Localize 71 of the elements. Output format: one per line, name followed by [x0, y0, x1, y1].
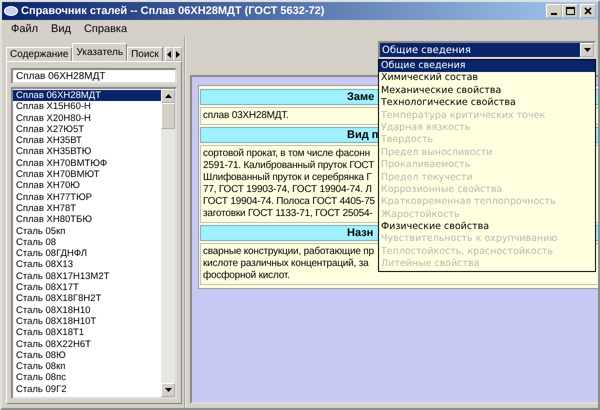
list-item[interactable]: Сплав ХН70Ю — [13, 180, 161, 192]
tab[interactable]: Указатель — [72, 43, 128, 61]
section-text: заготовки ГОСТ 1133-71, ГОСТ 25054- — [203, 208, 372, 220]
tab-scroll-right-button[interactable] — [173, 47, 182, 61]
right-arrow-icon — [176, 50, 180, 58]
list-item[interactable]: Сталь 08Ю — [13, 350, 161, 362]
section-heading: Заме — [347, 91, 374, 103]
list-item[interactable]: Сплав Х27Ю5Т — [13, 124, 161, 136]
menu-item[interactable]: Вид — [51, 22, 71, 34]
list-item[interactable]: Сплав ХН70ВМЮТ — [13, 169, 161, 180]
list-item[interactable]: Сплав ХН35ВТЮ — [13, 146, 161, 158]
list-item[interactable]: Сплав ХН78Т — [13, 202, 161, 214]
list-item[interactable]: Сталь 08кп — [13, 361, 161, 372]
list-item[interactable]: Сплав ХН70ВМТЮФ — [13, 158, 161, 170]
caret-icon — [584, 48, 590, 52]
list-item[interactable]: Сплав Х20Н80-Н — [13, 112, 161, 124]
close-button[interactable] — [580, 4, 596, 18]
list-item[interactable]: Сталь 08Х17Н13М2Т — [13, 270, 161, 282]
list-item[interactable]: Сталь 08Х13 — [13, 259, 161, 271]
dropdown-value: Общие сведения — [381, 44, 472, 56]
list-item[interactable]: Сталь 08Х22Н6Т — [13, 338, 161, 350]
window-title: Справочник сталей -- Сплав 06ХН28МДТ (ГОСТ 5632-72) — [21, 5, 324, 17]
list-item[interactable]: Сталь 08Х18Н10Т — [13, 316, 161, 328]
section-heading: Вид п — [347, 129, 378, 141]
topic-dropdown[interactable]: Общие сведения — [378, 41, 596, 59]
app-icon — [4, 5, 18, 17]
list-item[interactable]: Сплав ХН35ВТ — [13, 135, 161, 146]
section-text: фосфорной кислот. — [203, 270, 290, 282]
list-item[interactable]: Сплав Х15Н60-Н — [13, 101, 161, 113]
maximize-icon — [566, 7, 574, 15]
scroll-thumb[interactable] — [161, 103, 175, 129]
dropdown-option[interactable]: Механические свойства — [379, 84, 595, 98]
section-text: ГОСТ 19904-74. Полоса ГОСТ 4405-75 — [203, 196, 375, 208]
list-item[interactable]: Сплав 06ХН28МДТ — [13, 90, 161, 102]
list-item[interactable]: Сплав ХН77ТЮР — [13, 192, 161, 203]
maximize-button[interactable] — [562, 4, 578, 18]
menu-item[interactable]: Справка — [84, 22, 128, 34]
list-item[interactable]: Сталь 08Х17Т — [13, 282, 161, 294]
dropdown-option[interactable]: Физические свойства — [379, 221, 595, 234]
list-item[interactable]: Сталь 09Г2 — [13, 384, 161, 396]
search-field[interactable]: Сплав 06ХН28МДТ — [11, 68, 177, 84]
section-text: сортовой прокат, в том числе фасонн — [203, 148, 370, 160]
dropdown-option[interactable]: Химический состав — [379, 72, 595, 85]
tab-scroll-left-button[interactable] — [164, 47, 174, 61]
close-icon — [584, 7, 592, 15]
list-item[interactable]: Сплав ХН80ТБЮ — [13, 214, 161, 226]
section-text: сварные конструкции, работающие пр — [203, 246, 374, 258]
menu-item[interactable]: Файл — [11, 22, 38, 34]
scrollbar[interactable] — [161, 89, 175, 397]
list-item[interactable]: Сталь 08Х18Г8Н2Т — [13, 293, 161, 305]
section-text: 2591-71. Калиброванный пруток ГОСТ — [203, 160, 374, 172]
left-arrow-icon — [167, 50, 172, 58]
list-item[interactable]: Сталь 08ГДНФЛ — [13, 248, 161, 260]
list-item[interactable]: Сталь 08Х18Н10 — [13, 304, 161, 316]
section-text: Шлифованный пруток и серебрянка Г — [203, 172, 372, 184]
minimize-button[interactable] — [546, 4, 562, 18]
up-arrow-icon — [164, 94, 172, 98]
section-heading: Назн — [347, 227, 374, 239]
list-item[interactable]: Сталь 05кп — [13, 226, 161, 237]
list-item[interactable]: Сталь 08Х18Т1 — [13, 327, 161, 339]
section-text: кислоте различных концентраций, за — [203, 258, 368, 270]
dropdown-option[interactable]: Общие сведения — [379, 60, 595, 72]
section-text: сплав 03ХН28МДТ. — [203, 110, 289, 122]
tab[interactable]: Содержание — [6, 47, 72, 61]
tab[interactable]: Поиск — [127, 47, 163, 61]
dropdown-option[interactable]: Технологические свойства — [379, 97, 595, 110]
list-item[interactable]: Сталь 08пс — [13, 372, 161, 384]
section-text: 77, ГОСТ 19903-74, ГОСТ 19904-74. Л — [203, 184, 372, 196]
dropdown-button[interactable] — [580, 43, 594, 57]
list-item[interactable]: Сталь 08 — [13, 236, 161, 248]
down-arrow-icon — [164, 388, 172, 392]
